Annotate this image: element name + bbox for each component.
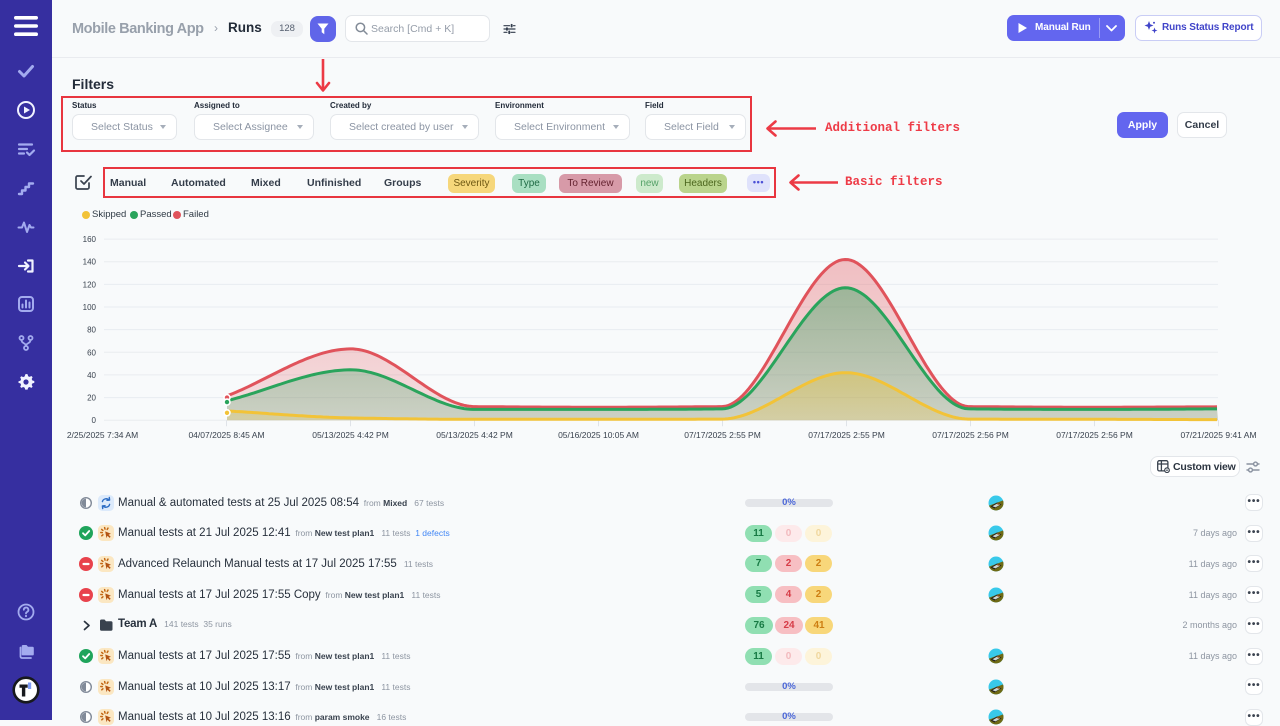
svg-text:07/17/2025 2:55 PM: 07/17/2025 2:55 PM [808,430,885,440]
svg-text:07/17/2025 2:55 PM: 07/17/2025 2:55 PM [684,430,761,440]
svg-text:120: 120 [83,280,97,289]
svg-text:05/13/2025 4:42 PM: 05/13/2025 4:42 PM [436,430,513,440]
svg-text:07/17/2025 2:56 PM: 07/17/2025 2:56 PM [932,430,1009,440]
svg-text:100: 100 [83,303,97,312]
svg-text:05/13/2025 4:42 PM: 05/13/2025 4:42 PM [312,430,389,440]
svg-text:07/17/2025 2:56 PM: 07/17/2025 2:56 PM [1056,430,1133,440]
svg-text:60: 60 [87,348,96,357]
svg-text:40: 40 [87,371,96,380]
svg-text:140: 140 [83,258,97,267]
svg-text:04/07/2025 8:45 AM: 04/07/2025 8:45 AM [188,430,264,440]
svg-text:2/25/2025 7:34 AM: 2/25/2025 7:34 AM [67,430,138,440]
svg-text:20: 20 [87,394,96,403]
svg-text:0: 0 [92,416,97,425]
svg-text:80: 80 [87,326,96,335]
svg-text:05/16/2025 10:05 AM: 05/16/2025 10:05 AM [558,430,639,440]
svg-text:07/21/2025 9:41 AM: 07/21/2025 9:41 AM [1180,430,1256,440]
svg-text:160: 160 [83,235,97,244]
